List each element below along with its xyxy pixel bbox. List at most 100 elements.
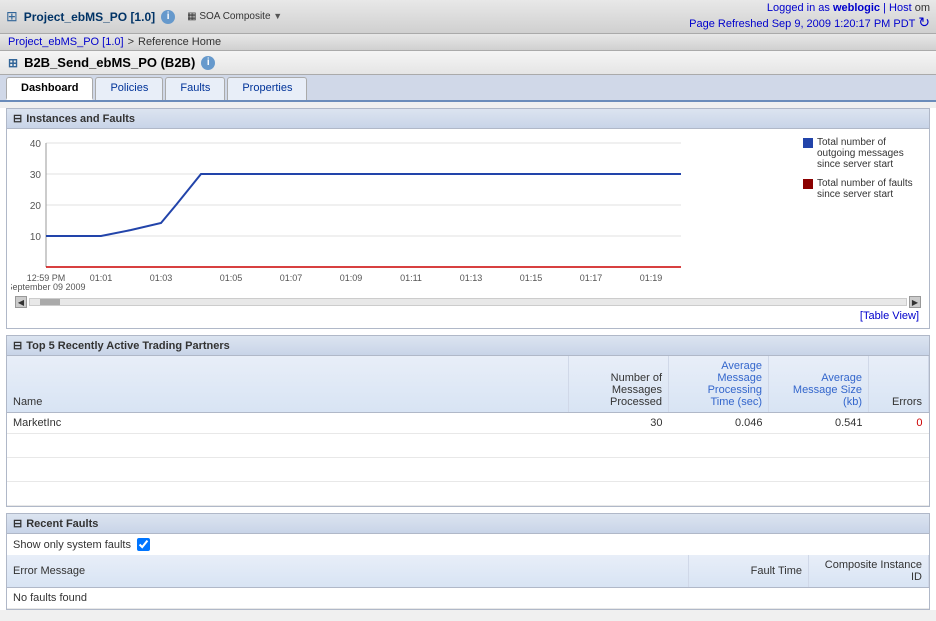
instances-faults-section: ⊟ Instances and Faults 40 30 20 10 (6, 108, 930, 329)
col-fault-time: Fault Time (689, 555, 809, 588)
svg-text:01:17: 01:17 (580, 273, 603, 283)
tab-policies[interactable]: Policies (95, 77, 163, 100)
col-composite-instance: Composite InstanceID (809, 555, 929, 588)
col-name: Name (7, 356, 569, 413)
trading-partners-header: ⊟ Top 5 Recently Active Trading Partners (7, 336, 929, 356)
chart-svg-wrapper: 40 30 20 10 (11, 133, 795, 296)
soa-dropdown-icon[interactable]: ▼ (273, 11, 282, 21)
chart-legend: Total number of outgoing messages since … (795, 133, 925, 212)
app-title-area: ⊞ Project_ebMS_PO [1.0] i ▦ SOA Composit… (6, 8, 282, 25)
svg-text:01:01: 01:01 (90, 273, 113, 283)
scroll-thumb[interactable] (40, 299, 60, 305)
empty-row-3 (7, 482, 929, 506)
legend-label-messages: Total number of outgoing messages since … (817, 137, 917, 170)
table-row: MarketInc 30 0.046 0.541 0 (7, 413, 929, 434)
app-icon: ⊞ (6, 8, 18, 25)
collapse-trading-partners-icon[interactable]: ⊟ (13, 339, 22, 352)
col-avg-processing-time: AverageMessageProcessingTime (sec) (669, 356, 769, 413)
page-refreshed-text: Page Refreshed Sep 9, 2009 1:20:17 PM PD… (689, 18, 915, 30)
svg-text:01:15: 01:15 (520, 273, 543, 283)
show-system-faults-label: Show only system faults (13, 539, 131, 551)
logged-in-label: Logged in as (767, 2, 830, 14)
svg-text:01:19: 01:19 (640, 273, 663, 283)
show-system-faults-checkbox[interactable] (137, 538, 150, 551)
trading-partners-table: Name Number ofMessagesProcessed AverageM… (7, 356, 929, 506)
app-title: Project_ebMS_PO [1.0] (24, 10, 155, 24)
no-faults-row: No faults found (7, 588, 929, 609)
partner-processing-time: 0.046 (669, 413, 769, 434)
host-suffix: om (915, 2, 930, 14)
tab-dashboard[interactable]: Dashboard (6, 77, 93, 100)
legend-label-faults: Total number of faults since server star… (817, 178, 917, 200)
user-info: Logged in as weblogic | Host om Page Ref… (689, 2, 930, 31)
chart-area: 40 30 20 10 (7, 129, 929, 328)
soa-icon: ▦ (187, 11, 196, 22)
empty-row-2 (7, 458, 929, 482)
page-header: ⊞ B2B_Send_ebMS_PO (B2B) i (0, 51, 936, 75)
partner-message-size: 0.541 (769, 413, 869, 434)
collapse-instances-icon[interactable]: ⊟ (13, 112, 22, 125)
page-title: B2B_Send_ebMS_PO (B2B) (24, 55, 195, 70)
b2b-icon: ⊞ (8, 56, 18, 70)
table-view-link[interactable]: [Table View] (11, 310, 925, 324)
col-errors: Errors (869, 356, 929, 413)
system-faults-bar: Show only system faults (7, 534, 929, 555)
breadcrumb-separator: > (128, 36, 134, 48)
tab-faults[interactable]: Faults (165, 77, 225, 100)
trading-partners-section: ⊟ Top 5 Recently Active Trading Partners… (6, 335, 930, 507)
empty-row-1 (7, 434, 929, 458)
collapse-faults-icon[interactable]: ⊟ (13, 517, 22, 530)
tab-properties[interactable]: Properties (227, 77, 307, 100)
breadcrumb-reference-home: Reference Home (138, 36, 221, 48)
host-label: Host (889, 2, 912, 14)
scroll-track[interactable] (29, 298, 907, 306)
top-bar: ⊞ Project_ebMS_PO [1.0] i ▦ SOA Composit… (0, 0, 936, 34)
recent-faults-section: ⊟ Recent Faults Show only system faults … (6, 513, 930, 610)
chart-scrollbar: ◀ ▶ (11, 296, 925, 310)
legend-item-messages: Total number of outgoing messages since … (803, 137, 917, 170)
svg-text:01:09: 01:09 (340, 273, 363, 283)
svg-text:01:11: 01:11 (400, 273, 422, 283)
recent-faults-header: ⊟ Recent Faults (7, 514, 929, 534)
breadcrumb-project-link[interactable]: Project_ebMS_PO [1.0] (8, 36, 124, 48)
no-faults-message: No faults found (7, 588, 929, 609)
breadcrumb: Project_ebMS_PO [1.0] > Reference Home (0, 34, 936, 51)
svg-text:20: 20 (30, 201, 42, 212)
scroll-left-btn[interactable]: ◀ (15, 296, 27, 308)
instances-faults-header: ⊟ Instances and Faults (7, 109, 929, 129)
partner-name: MarketInc (7, 413, 569, 434)
page-info-icon[interactable]: i (201, 56, 215, 70)
chart-container: 40 30 20 10 (11, 133, 925, 296)
instances-chart: 40 30 20 10 (11, 133, 691, 293)
username: weblogic (833, 2, 880, 14)
col-error-message: Error Message (7, 555, 689, 588)
trading-partners-header-row: Name Number ofMessagesProcessed AverageM… (7, 356, 929, 413)
legend-color-faults (803, 179, 813, 189)
svg-text:30: 30 (30, 170, 42, 181)
app-info-icon[interactable]: i (161, 10, 175, 24)
svg-text:September 09 2009: September 09 2009 (11, 282, 86, 292)
separator: | (883, 2, 886, 14)
faults-header-row: Error Message Fault Time Composite Insta… (7, 555, 929, 588)
refresh-icon[interactable]: ↻ (918, 14, 930, 31)
main-content: ⊟ Instances and Faults 40 30 20 10 (0, 108, 936, 610)
col-messages-processed: Number ofMessagesProcessed (569, 356, 669, 413)
svg-text:01:03: 01:03 (150, 273, 173, 283)
faults-table: Error Message Fault Time Composite Insta… (7, 555, 929, 609)
instances-faults-title: Instances and Faults (26, 113, 135, 125)
scroll-right-btn[interactable]: ▶ (909, 296, 921, 308)
svg-text:01:05: 01:05 (220, 273, 243, 283)
col-avg-message-size: AverageMessage Size(kb) (769, 356, 869, 413)
svg-text:40: 40 (30, 139, 42, 150)
recent-faults-title: Recent Faults (26, 518, 98, 530)
partner-messages: 30 (569, 413, 669, 434)
trading-partners-title: Top 5 Recently Active Trading Partners (26, 340, 230, 352)
legend-color-messages (803, 138, 813, 148)
svg-text:01:13: 01:13 (460, 273, 483, 283)
soa-composite-label[interactable]: ▦ SOA Composite ▼ (187, 11, 282, 22)
tab-bar: Dashboard Policies Faults Properties (0, 75, 936, 102)
svg-text:01:07: 01:07 (280, 273, 303, 283)
partner-errors: 0 (869, 413, 929, 434)
svg-text:10: 10 (30, 232, 42, 243)
legend-item-faults: Total number of faults since server star… (803, 178, 917, 200)
